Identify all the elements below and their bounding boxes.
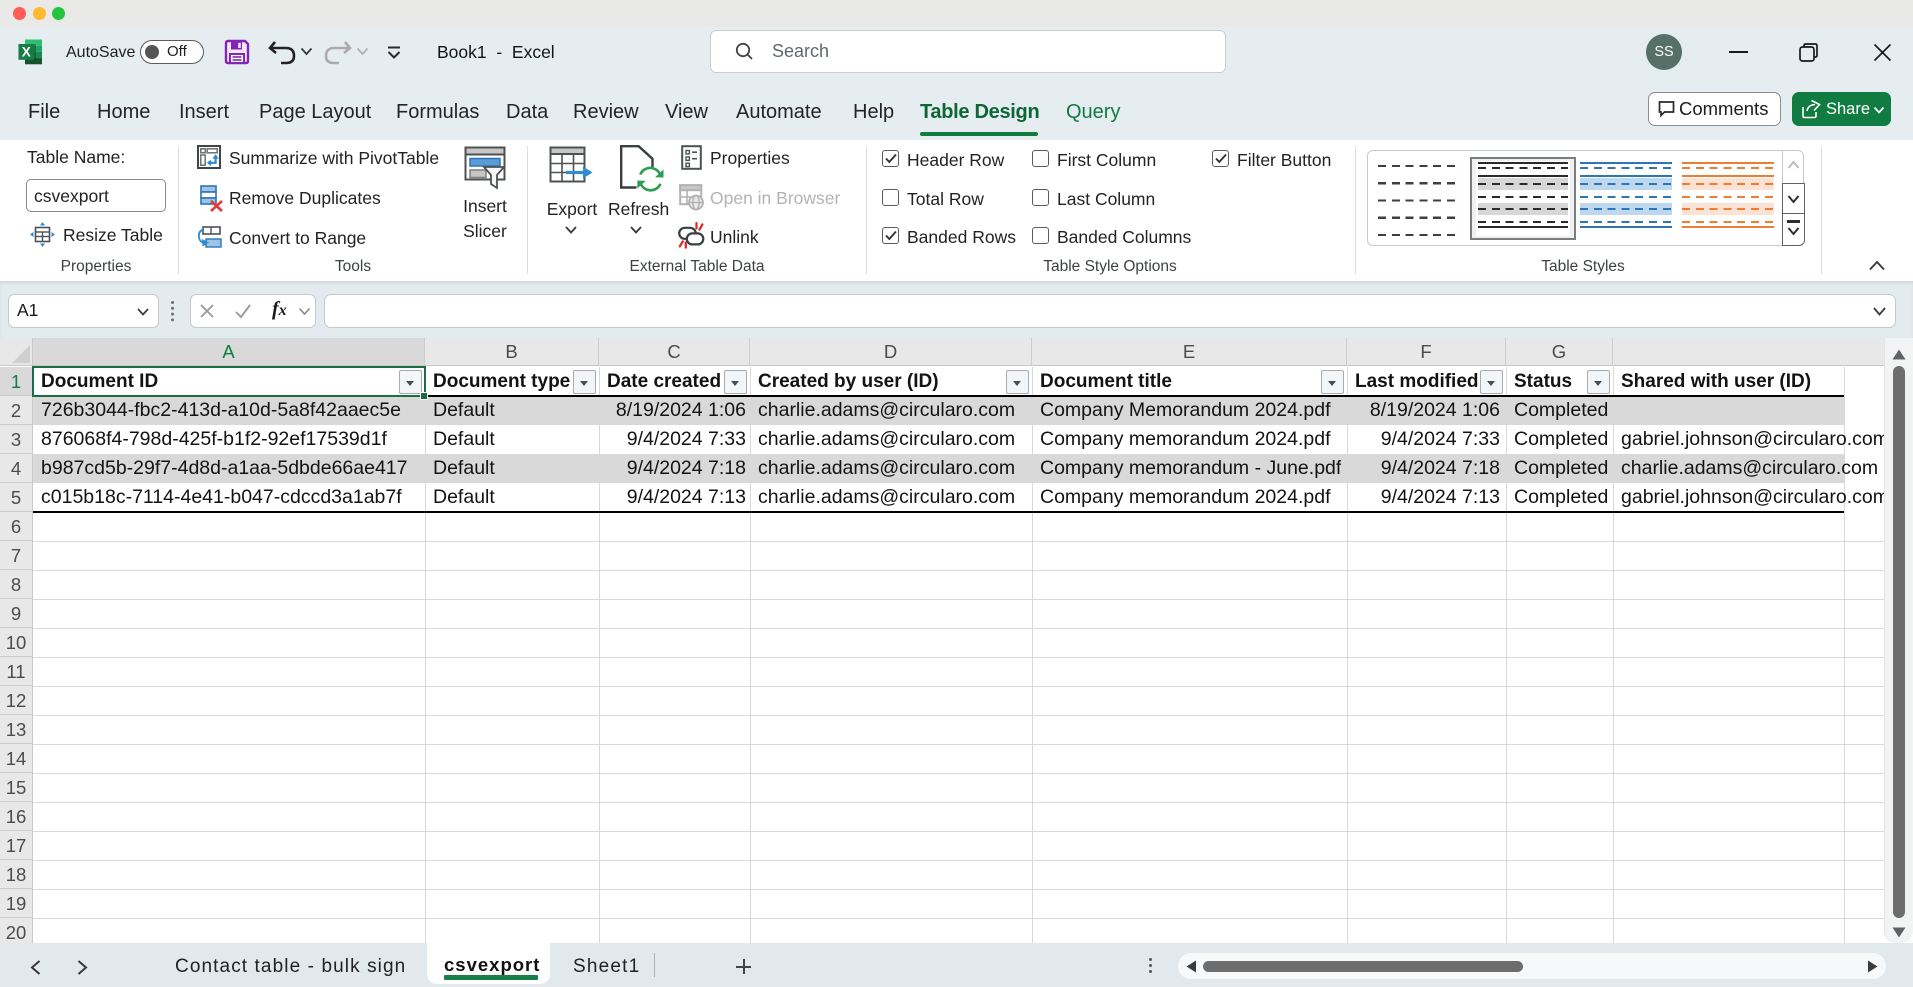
svg-text:X: X [22, 45, 31, 60]
